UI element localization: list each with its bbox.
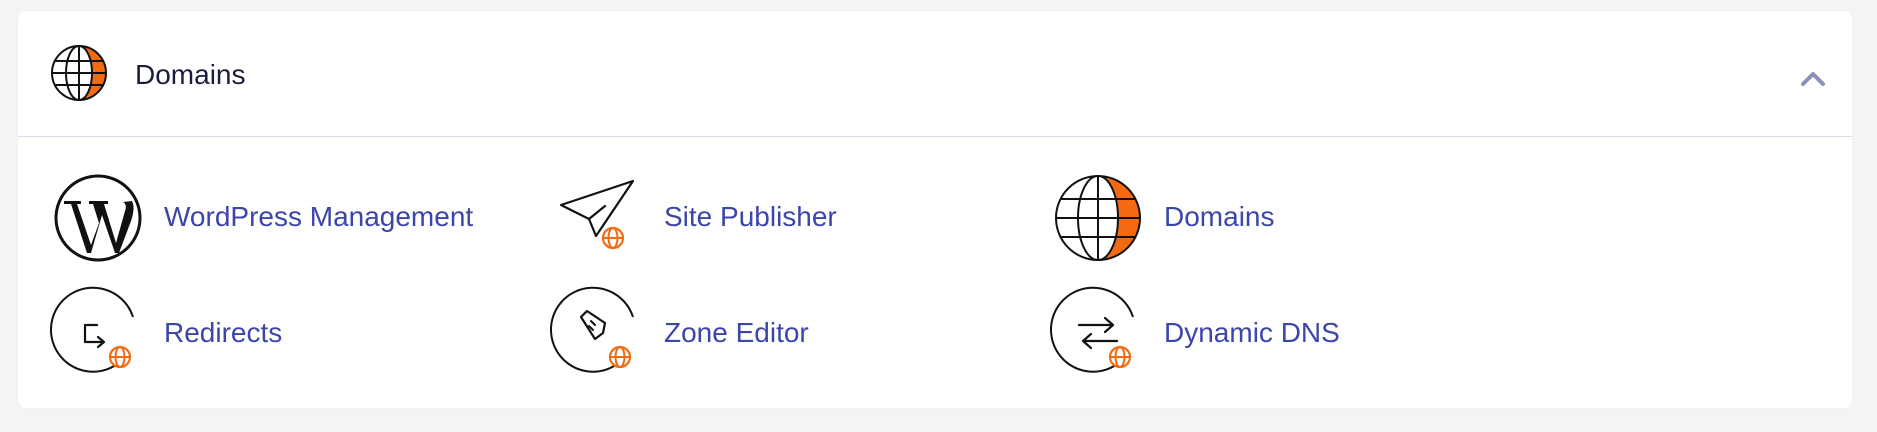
wordpress-management-link[interactable]: WordPress Management [53, 173, 493, 263]
dynamic-dns-link[interactable]: Dynamic DNS [1049, 286, 1373, 379]
zone-editor-link[interactable]: Zone Editor [549, 286, 853, 379]
item-label-zone-editor: Zone Editor [664, 317, 809, 348]
item-label-wordpress-management: WordPress Management [164, 201, 474, 232]
site-publisher-link[interactable]: Site Publisher [553, 173, 893, 263]
globe-icon [1053, 173, 1143, 263]
chevron-up-icon[interactable] [1796, 66, 1830, 90]
zone-editor-globe-icon [549, 286, 643, 379]
globe-icon [50, 44, 108, 102]
domains-link[interactable]: Domains [1053, 173, 1353, 263]
dynamic-dns-globe-icon [1049, 286, 1143, 379]
item-label-redirects: Redirects [164, 317, 283, 348]
item-label-dynamic-dns: Dynamic DNS [1164, 317, 1340, 348]
item-label-site-publisher: Site Publisher [664, 201, 837, 232]
section-title: Domains [135, 59, 246, 90]
redirect-globe-icon [49, 286, 143, 379]
paper-plane-globe-icon [553, 173, 643, 263]
item-label-domains: Domains [1164, 201, 1275, 232]
panel-header[interactable]: Domains [18, 11, 1852, 137]
redirects-link[interactable]: Redirects [49, 286, 353, 379]
domains-panel: Domains WordPress Management Site Publis… [18, 11, 1852, 408]
wordpress-icon [53, 173, 143, 263]
